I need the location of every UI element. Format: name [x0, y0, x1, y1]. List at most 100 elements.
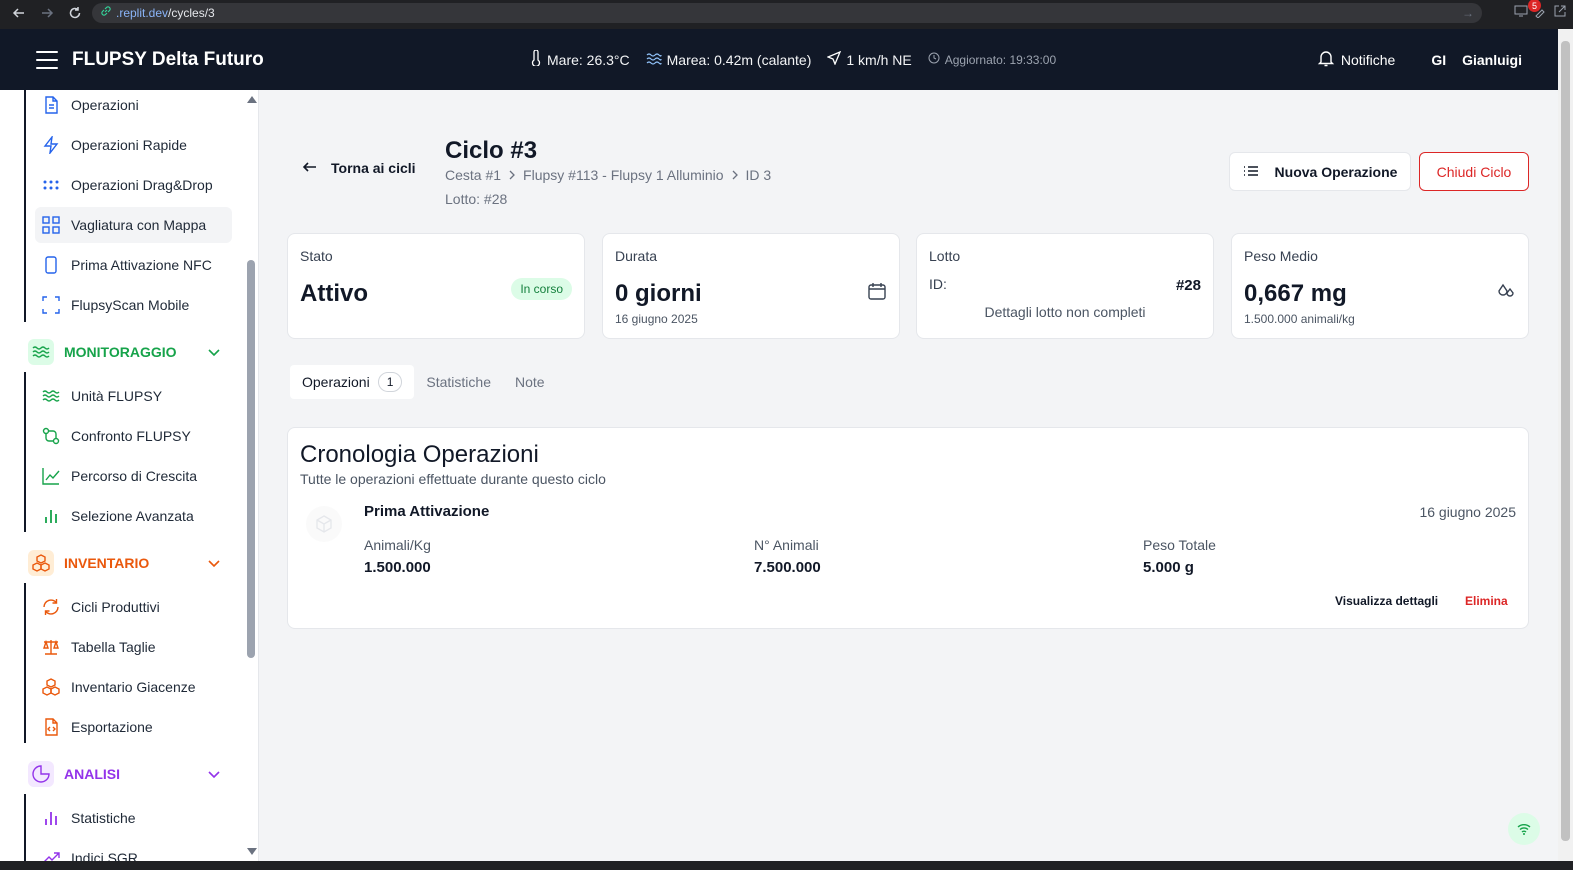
notifications-button[interactable]: Notifiche — [1317, 49, 1395, 70]
lotto-id-label: ID: — [929, 276, 947, 292]
file-code-icon — [41, 717, 61, 737]
sidebar-item-cicli-produttivi[interactable]: Cicli Produttivi — [35, 589, 232, 625]
scroll-down-icon[interactable] — [247, 848, 257, 855]
operation-field: N° Animali 7.500.000 — [754, 537, 821, 576]
chevron-down-icon — [208, 344, 220, 360]
field-label: Peso Totale — [1143, 537, 1216, 553]
tab-statistiche[interactable]: Statistiche — [414, 365, 503, 399]
share-arrow-icon[interactable]: → — [1462, 6, 1474, 20]
page-scrollbar[interactable] — [1558, 29, 1573, 861]
sidebar-item-operazioni[interactable]: Operazioni — [35, 90, 232, 123]
back-arrow-icon[interactable] — [8, 2, 30, 24]
card-subtext: 16 giugno 2025 — [615, 312, 698, 326]
card-value: 0,667 mg — [1244, 280, 1347, 307]
sidebar-item-label: Inventario Giacenze — [71, 679, 196, 695]
bar-chart-icon — [41, 808, 61, 828]
sidebar-item-esportazione[interactable]: Esportazione — [35, 709, 232, 745]
scrollbar-thumb[interactable] — [247, 260, 255, 658]
new-operation-button[interactable]: Nuova Operazione — [1229, 152, 1411, 191]
sidebar-item-label: Operazioni — [71, 97, 139, 113]
sidebar-section-analisi[interactable]: ANALISI — [28, 760, 232, 788]
menu-icon[interactable] — [36, 50, 58, 69]
sidebar-item-label: Statistiche — [71, 810, 136, 826]
user-name[interactable]: Gianluigi — [1462, 52, 1522, 68]
tab-operazioni[interactable]: Operazioni 1 — [290, 365, 415, 399]
navigation-icon — [826, 50, 842, 68]
app-root: FLUPSY Delta Futuro Mare: 26.3°C Marea: … — [0, 29, 1558, 861]
sidebar-item-statistiche[interactable]: Statistiche — [35, 800, 232, 836]
weather-bar: Mare: 26.3°C Marea: 0.42m (calante) 1 km… — [530, 29, 1056, 90]
window-bottom-edge — [0, 861, 1573, 870]
scan-icon — [41, 295, 61, 315]
lotto-label: Lotto: #28 — [445, 191, 508, 207]
tide-value: Marea: 0.42m (calante) — [666, 51, 812, 68]
waves-icon — [41, 386, 61, 406]
section-title: INVENTARIO — [64, 555, 150, 571]
sidebar-item-tabella-taglie[interactable]: Tabella Taglie — [35, 629, 232, 665]
trending-up-icon — [41, 848, 61, 861]
sidebar-item-operazioni-dragdrop[interactable]: Operazioni Drag&Drop — [35, 167, 232, 203]
operation-date: 16 giugno 2025 — [1419, 504, 1516, 520]
close-cycle-button[interactable]: Chiudi Ciclo — [1419, 152, 1529, 191]
card-durata: Durata 0 giorni 16 giugno 2025 — [602, 233, 900, 339]
operation-field: Animali/Kg 1.500.000 — [364, 537, 431, 576]
field-value: 5.000 g — [1143, 559, 1194, 576]
address-bar[interactable]: .replit.dev/cycles/3 → — [92, 2, 1482, 23]
arrow-left-icon — [302, 160, 317, 176]
page-title: Ciclo #3 — [445, 137, 538, 164]
sidebar-item-inventario-giacenze[interactable]: Inventario Giacenze — [35, 669, 232, 705]
external-link-icon[interactable] — [1553, 4, 1567, 21]
field-value: 1.500.000 — [364, 559, 431, 576]
sidebar-item-selezione-avanzata[interactable]: Selezione Avanzata — [35, 498, 232, 534]
sidebar-item-confronto-flupsy[interactable]: Confronto FLUPSY — [35, 418, 232, 454]
screen-icon[interactable] — [1513, 4, 1529, 21]
notifications-label: Notifiche — [1340, 51, 1396, 68]
sidebar-item-flupsyscan[interactable]: FlupsyScan Mobile — [35, 287, 232, 323]
sidebar-section-inventario[interactable]: INVENTARIO — [28, 549, 232, 577]
sidebar-item-label: Operazioni Drag&Drop — [71, 177, 213, 193]
boxes-icon — [28, 550, 54, 576]
tab-count-badge: 1 — [377, 372, 403, 392]
tab-label: Operazioni — [302, 374, 370, 390]
brand-title: FLUPSY Delta Futuro — [72, 48, 264, 70]
url-domain: .replit.dev — [116, 5, 169, 20]
back-label: Torna ai cicli — [331, 160, 416, 176]
tab-list: Operazioni 1 Statistiche Note — [288, 363, 559, 401]
breadcrumb-item[interactable]: Flupsy #113 - Flupsy 1 Alluminio — [523, 167, 724, 183]
scrollbar-thumb[interactable] — [1561, 41, 1570, 841]
lotto-id-value: #28 — [1175, 277, 1201, 294]
clock-icon — [928, 52, 940, 67]
chevron-down-icon — [208, 766, 220, 782]
waves-icon — [28, 339, 54, 365]
tab-note[interactable]: Note — [503, 365, 557, 399]
forward-arrow-icon[interactable] — [36, 2, 58, 24]
sidebar-item-unita-flupsy[interactable]: Unità FLUPSY — [35, 378, 232, 414]
view-details-button[interactable]: Visualizza dettagli — [1335, 594, 1438, 608]
breadcrumb: Cesta #1 Flupsy #113 - Flupsy 1 Allumini… — [445, 167, 771, 183]
avatar[interactable]: GI — [1431, 52, 1446, 68]
back-to-cycles-button[interactable]: Torna ai cicli — [302, 160, 416, 176]
delete-button[interactable]: Elimina — [1465, 594, 1508, 608]
breadcrumb-item[interactable]: Cesta #1 — [445, 167, 501, 183]
scale-icon — [41, 637, 61, 657]
sidebar-section-line — [24, 372, 26, 532]
sidebar-scrollbar[interactable] — [244, 90, 258, 861]
sidebar-item-indici-sgr[interactable]: Indici SGR — [35, 840, 232, 861]
sidebar-section-monitoraggio[interactable]: MONITORAGGIO — [28, 338, 232, 366]
wifi-icon[interactable] — [1508, 813, 1540, 845]
sidebar-item-vagliatura[interactable]: Vagliatura con Mappa — [35, 207, 232, 243]
sidebar-item-prima-attivazione-nfc[interactable]: Prima Attivazione NFC — [35, 247, 232, 283]
sidebar-item-label: Vagliatura con Mappa — [71, 217, 207, 233]
calendar-icon — [867, 281, 887, 301]
git-compare-icon — [41, 426, 61, 446]
top-navbar: FLUPSY Delta Futuro Mare: 26.3°C Marea: … — [0, 29, 1558, 90]
sidebar-item-operazioni-rapide[interactable]: Operazioni Rapide — [35, 127, 232, 163]
sidebar-item-label: Unità FLUPSY — [71, 388, 163, 404]
sidebar-section-line — [24, 583, 26, 743]
grid-icon — [41, 215, 61, 235]
scroll-up-icon[interactable] — [247, 96, 257, 103]
sidebar-item-percorso-crescita[interactable]: Percorso di Crescita — [35, 458, 232, 494]
sidebar-section-line — [24, 794, 26, 861]
reload-icon[interactable] — [64, 2, 86, 24]
sidebar-item-label: Cicli Produttivi — [71, 599, 160, 615]
